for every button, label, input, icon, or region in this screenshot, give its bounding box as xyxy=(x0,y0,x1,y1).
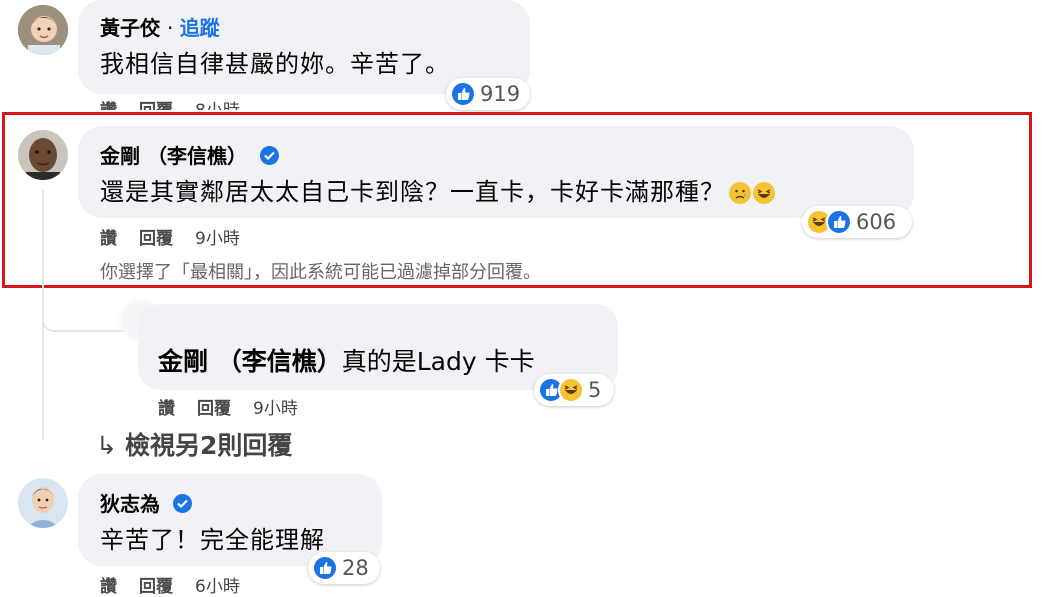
sad-tear-emoji-icon xyxy=(729,182,751,204)
comment-actions: 讚 回覆 9小時 xyxy=(100,224,262,249)
timestamp[interactable]: 6小時 xyxy=(195,577,240,597)
follow-link[interactable]: 追蹤 xyxy=(180,16,220,40)
reaction-count: 606 xyxy=(856,210,897,234)
reply-text: 金剛 （李信樵）真的是Lady 卡卡 xyxy=(158,342,535,378)
reaction-summary[interactable]: 28 xyxy=(308,552,380,584)
reaction-summary[interactable]: 919 xyxy=(446,78,530,110)
like-button[interactable]: 讚 xyxy=(100,101,117,110)
comment-actions: 讚 回覆 6小時 xyxy=(100,572,262,597)
reply-author[interactable]: 金剛 （李信樵） xyxy=(158,347,342,376)
view-more-label[interactable]: 檢視另2則回覆 xyxy=(125,431,292,460)
timestamp[interactable]: 9小時 xyxy=(253,399,298,419)
timestamp[interactable]: 9小時 xyxy=(195,229,240,249)
reply-actions: 讚 回覆 9小時 xyxy=(158,394,320,419)
comment-actions: 讚 回覆 8小時 xyxy=(100,96,262,110)
reply-button[interactable]: 回覆 xyxy=(139,101,173,110)
author-name[interactable]: 黃子佼 xyxy=(100,16,160,40)
reaction-count: 919 xyxy=(480,82,521,106)
like-reaction-icon xyxy=(826,209,852,235)
comment-author[interactable]: 黃子佼 · 追蹤 xyxy=(100,12,220,41)
haha-reaction-icon xyxy=(558,377,584,403)
author-name[interactable]: 金剛 （李信樵） xyxy=(100,144,247,168)
comment-text: 還是其實鄰居太太自己卡到陰？一直卡，卡好卡滿那種？ xyxy=(100,172,775,207)
like-reaction-icon xyxy=(312,555,338,581)
like-reaction-icon xyxy=(450,81,476,107)
reply-button[interactable]: 回覆 xyxy=(139,229,173,249)
like-button[interactable]: 讚 xyxy=(158,399,175,419)
author-name[interactable]: 狄志為 xyxy=(100,492,160,516)
reply-button[interactable]: 回覆 xyxy=(197,399,231,419)
avatar[interactable] xyxy=(18,130,68,180)
thread-branch xyxy=(42,300,124,332)
reaction-summary[interactable]: 606 xyxy=(802,206,912,238)
reaction-summary[interactable]: 5 xyxy=(534,374,614,406)
like-button[interactable]: 讚 xyxy=(100,577,117,597)
view-more-replies[interactable]: ↳ 檢視另2則回覆 xyxy=(96,426,292,462)
reaction-count: 5 xyxy=(588,378,602,402)
reply-content: 真的是Lady 卡卡 xyxy=(341,347,535,376)
comment-author[interactable]: 金剛 （李信樵） xyxy=(100,140,279,169)
reply-arrow-icon: ↳ xyxy=(96,431,117,460)
comment-text: 我相信自律甚嚴的妳。辛苦了。 xyxy=(100,50,450,78)
verified-badge-icon xyxy=(259,146,279,165)
filter-notice: 你選擇了「最相關」，因此系統可能已過濾掉部分回覆。 xyxy=(100,262,541,283)
laugh-emoji-icon xyxy=(753,182,775,204)
reply-button[interactable]: 回覆 xyxy=(139,577,173,597)
timestamp[interactable]: 8小時 xyxy=(195,101,240,110)
comment-author[interactable]: 狄志為 xyxy=(100,488,192,517)
comment-text-content: 還是其實鄰居太太自己卡到陰？一直卡，卡好卡滿那種？ xyxy=(100,178,725,206)
avatar[interactable] xyxy=(18,5,68,55)
reaction-count: 28 xyxy=(342,556,369,580)
comment-text: 辛苦了！完全能理解 xyxy=(100,526,325,554)
verified-badge-icon xyxy=(172,494,192,513)
like-button[interactable]: 讚 xyxy=(100,229,117,249)
avatar[interactable] xyxy=(18,478,68,528)
